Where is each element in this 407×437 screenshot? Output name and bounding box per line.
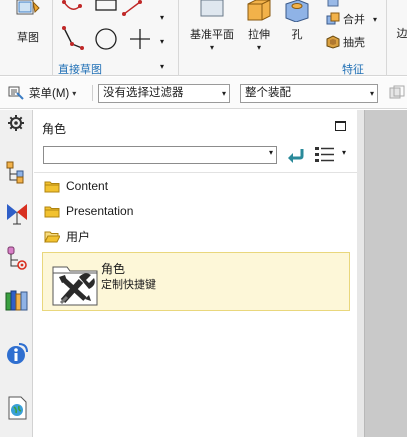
sketch-button[interactable]: 草图 [10,0,46,44]
list-item-label: Content [66,179,109,193]
extrude-label: 拉伸 ▾ [242,29,276,54]
extrude-text: 拉伸 [248,29,270,41]
ribbon-separator [386,0,387,76]
feature-icon [327,0,339,7]
list-item[interactable]: Presentation [44,201,133,221]
open-folder-icon [44,231,60,242]
toolbar-separator [92,85,93,101]
roles-panel: 角色 ▾ ▾ Content Presentation 用户 角色 定制快捷键 [34,110,357,437]
datum-plane-text: 基准平面 [190,29,234,41]
constraint-navigator-icon[interactable] [5,246,29,270]
chevron-down-icon: ▾ [369,89,374,98]
panel-resize-handle[interactable] [357,110,365,437]
menu-label: 菜单(M) [29,88,70,100]
datum-plane-dropdown[interactable]: ▾ [210,43,214,52]
datum-plane-button[interactable]: 基准平面 ▾ [188,0,236,54]
assembly-toolbar-icon[interactable] [388,85,406,101]
graphics-window[interactable] [357,110,407,437]
hole-label: 孔 [291,29,303,41]
extrude-button[interactable]: 拉伸 ▾ [242,0,276,54]
list-view-icon[interactable] [314,146,336,164]
folder-icon [44,181,60,192]
unite-dropdown[interactable]: ▾ [373,15,377,24]
role-tree: Content Presentation 用户 角色 定制快捷键 [34,172,357,437]
sketch-gallery-more[interactable]: ▾ [160,62,164,71]
gear-icon[interactable] [7,114,25,132]
hole-button[interactable]: 孔 [282,0,312,41]
shell-button[interactable]: 抽壳 [326,34,365,50]
menu-button[interactable]: 菜单(M) ▾ [8,84,76,102]
web-browser-icon[interactable] [5,396,29,420]
view-options-dropdown[interactable]: ▾ [342,148,346,157]
sketch-icon [16,0,40,15]
assembly-scope-value: 整个装配 [245,87,291,99]
back-arrow-icon[interactable] [285,146,305,164]
menu-dropdown-arrow: ▾ [72,88,77,98]
extrude-dropdown[interactable]: ▾ [257,43,261,52]
history-icon[interactable] [5,342,29,366]
chevron-down-icon: ▾ [268,148,273,157]
sketch-label: 草图 [17,32,39,44]
sketch-gallery-dropdown[interactable]: ▾ [160,13,164,22]
feature-group-label: 特征 [342,64,364,76]
hole-icon [285,0,309,23]
role-item-selected[interactable]: 角色 定制快捷键 [42,252,350,311]
edge-blend-label: 边 [396,28,407,40]
menu-icon [8,86,24,100]
role-filter-select[interactable]: ▾ [43,146,277,164]
ribbon-separator [178,0,179,76]
folder-icon [44,206,60,217]
unite-label: 合并 [343,14,365,26]
datum-plane-icon [200,0,224,17]
resource-bar [0,110,33,437]
sketch-gallery-dropdown-2[interactable]: ▾ [160,37,164,46]
datum-plane-label: 基准平面 ▾ [188,29,236,54]
ribbon-separator [52,0,53,76]
unite-icon [326,12,340,25]
selection-toolbar: 菜单(M) ▾ 没有选择过滤器 ▾ 整个装配 ▾ [0,77,407,109]
shell-label: 抽壳 [343,37,365,49]
extrude-icon [247,0,271,21]
selection-filter-select[interactable]: 没有选择过滤器 ▾ [98,84,230,103]
list-item-label: Presentation [66,204,134,218]
assembly-scope-select[interactable]: 整个装配 ▾ [240,84,378,103]
part-navigator-icon[interactable] [5,160,29,184]
maximize-icon[interactable] [335,121,346,131]
direct-sketch-group-label: 直接草图 [58,64,102,76]
more-feature-item[interactable] [326,0,343,8]
list-item[interactable]: Content [44,176,108,196]
list-item[interactable]: 用户 [44,226,90,246]
role-tools-icon [52,266,98,306]
edge-blend-button[interactable]: 边 [392,28,407,40]
ribbon: 草图 ▾ ▾ ▾ 直接草图 基准平面 ▾ 拉伸 ▾ 孔 合并 ▾ 抽壳 特征 边 [0,0,407,76]
selection-filter-value: 没有选择过滤器 [103,87,184,99]
shell-icon [326,35,340,49]
unite-button[interactable]: 合并 ▾ [326,11,377,27]
role-item-description: 定制快捷键 [101,279,156,291]
list-item-label: 用户 [66,229,91,244]
role-item-name: 角色 [101,262,126,276]
reuse-library-icon[interactable] [5,288,29,312]
chevron-down-icon: ▾ [221,89,226,98]
direct-sketch-tools[interactable] [58,0,158,56]
panel-title: 角色 [42,122,67,136]
assembly-navigator-icon[interactable] [5,202,29,226]
